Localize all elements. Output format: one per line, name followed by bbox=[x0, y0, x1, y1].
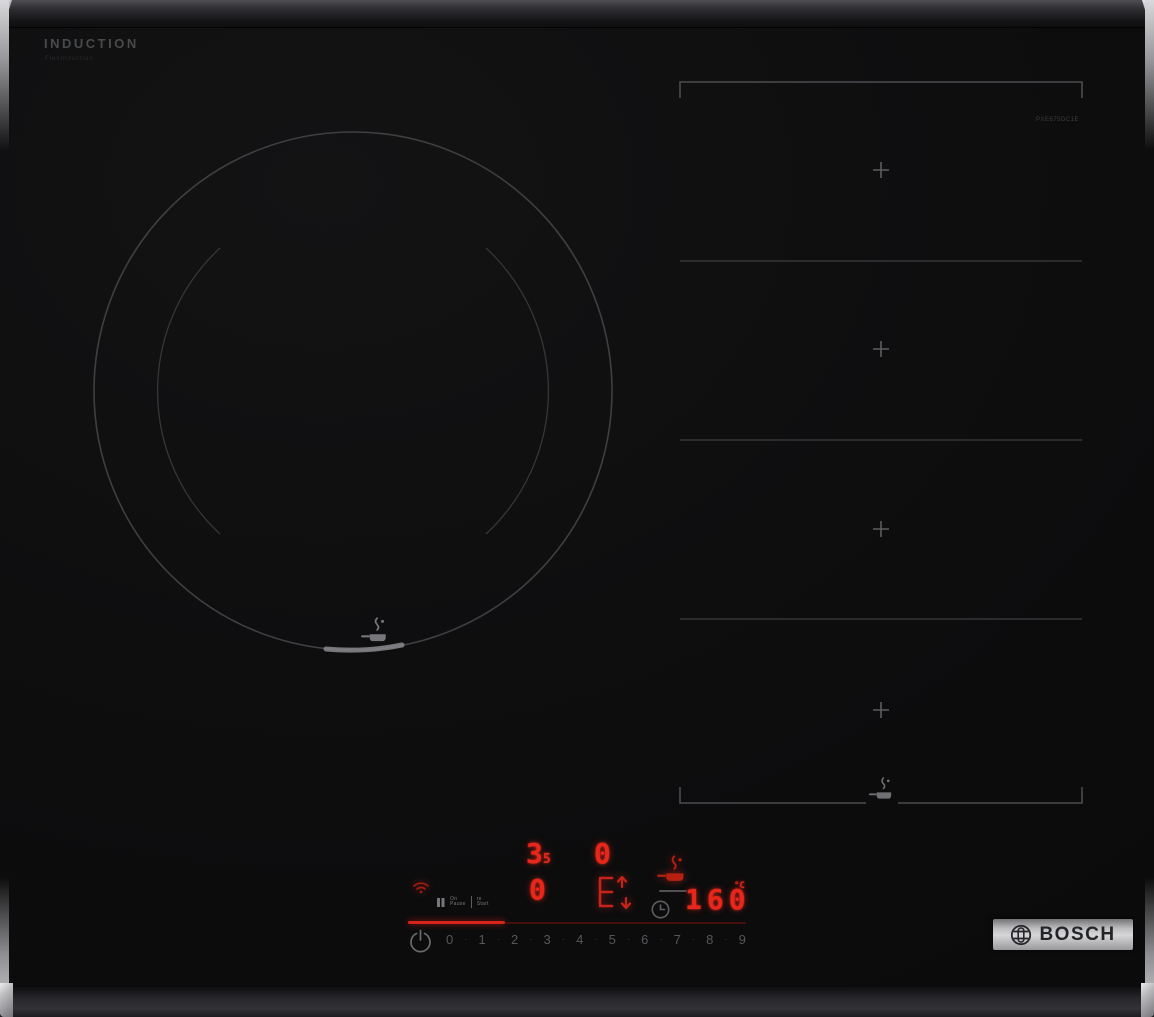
scale-dot: · bbox=[562, 934, 565, 944]
front-edge-trim bbox=[0, 987, 1154, 1017]
burner-ring-outer bbox=[94, 132, 612, 650]
plus-mark-icon bbox=[873, 162, 889, 178]
zone-display-top[interactable]: 0 bbox=[594, 840, 611, 868]
slider-number[interactable]: 9 bbox=[739, 932, 746, 947]
slider-number[interactable]: 8 bbox=[706, 932, 713, 947]
slider-number[interactable]: 5 bbox=[609, 932, 616, 947]
scale-dot: · bbox=[529, 934, 532, 944]
scale-dot: · bbox=[692, 934, 695, 944]
bosch-logo-icon bbox=[1010, 924, 1032, 946]
scale-dot: · bbox=[659, 934, 662, 944]
power-level-value: 3 bbox=[526, 837, 543, 870]
brand-name: BOSCH bbox=[1039, 924, 1115, 946]
side-rail-trim bbox=[0, 0, 9, 150]
slider-active-segment[interactable] bbox=[408, 921, 505, 924]
plus-mark-icon bbox=[873, 521, 889, 537]
scale-dot: · bbox=[725, 934, 728, 944]
power-level-decimal: 5 bbox=[543, 852, 551, 867]
scale-dot: · bbox=[464, 934, 467, 944]
surface-sublabel: FlexInduction bbox=[45, 56, 94, 62]
slider-number[interactable]: 6 bbox=[641, 932, 648, 947]
function-keys[interactable]: On Pause re Start bbox=[436, 896, 489, 908]
sensor-level-bar bbox=[659, 890, 687, 892]
slider-number[interactable]: 7 bbox=[674, 932, 681, 947]
slider-number[interactable]: 4 bbox=[576, 932, 583, 947]
plus-mark-icon bbox=[873, 341, 889, 357]
scale-dot: · bbox=[627, 934, 630, 944]
slider-number[interactable]: 0 bbox=[446, 932, 453, 947]
top-edge-trim bbox=[0, 0, 1154, 28]
slider-number[interactable]: 2 bbox=[511, 932, 518, 947]
surface-label: INDUCTION bbox=[44, 36, 139, 51]
frying-sensor-icon[interactable] bbox=[656, 854, 688, 886]
temperature-unit: °C bbox=[734, 882, 745, 891]
frying-sensor-icon bbox=[360, 616, 390, 646]
corner-trim bbox=[0, 983, 13, 1017]
plus-mark-icon bbox=[873, 702, 889, 718]
side-rail-trim bbox=[1145, 0, 1154, 150]
brand-badge: BOSCH bbox=[993, 919, 1133, 950]
flexzone-top-bracket bbox=[680, 82, 1082, 98]
power-icon[interactable] bbox=[407, 928, 434, 955]
slider-number[interactable]: 3 bbox=[544, 932, 551, 947]
cooktop-surface: INDUCTION FlexInduction PXE675DC1E On Pa… bbox=[0, 0, 1154, 1017]
move-zone-indicator-icon bbox=[592, 872, 634, 914]
zone-markings-layer bbox=[0, 0, 1154, 1017]
pause-key-icon bbox=[436, 897, 445, 908]
slider-number[interactable]: 1 bbox=[479, 932, 486, 947]
zone-display-bottom[interactable]: 0 bbox=[529, 876, 546, 904]
burner-ring-inner-left bbox=[158, 248, 220, 534]
slider-track[interactable] bbox=[505, 922, 746, 924]
power-slider-scale[interactable]: 0 · 1 · 2 · 3 · 4 · 5 · 6 · 7 · 8 · 9 bbox=[446, 930, 746, 948]
key-label: Start bbox=[477, 902, 489, 908]
timer-clock-icon[interactable] bbox=[650, 899, 671, 920]
scale-dot: · bbox=[594, 934, 597, 944]
key-divider bbox=[471, 896, 472, 908]
frying-sensor-icon bbox=[868, 776, 895, 803]
scale-dot: · bbox=[497, 934, 500, 944]
key-label: Pause bbox=[450, 902, 466, 908]
power-level-display[interactable]: 35 bbox=[526, 840, 551, 868]
corner-trim bbox=[1141, 983, 1154, 1017]
model-code: PXE675DC1E bbox=[1036, 117, 1079, 123]
burner-ring-inner-right bbox=[486, 248, 548, 534]
wifi-icon bbox=[411, 879, 431, 895]
